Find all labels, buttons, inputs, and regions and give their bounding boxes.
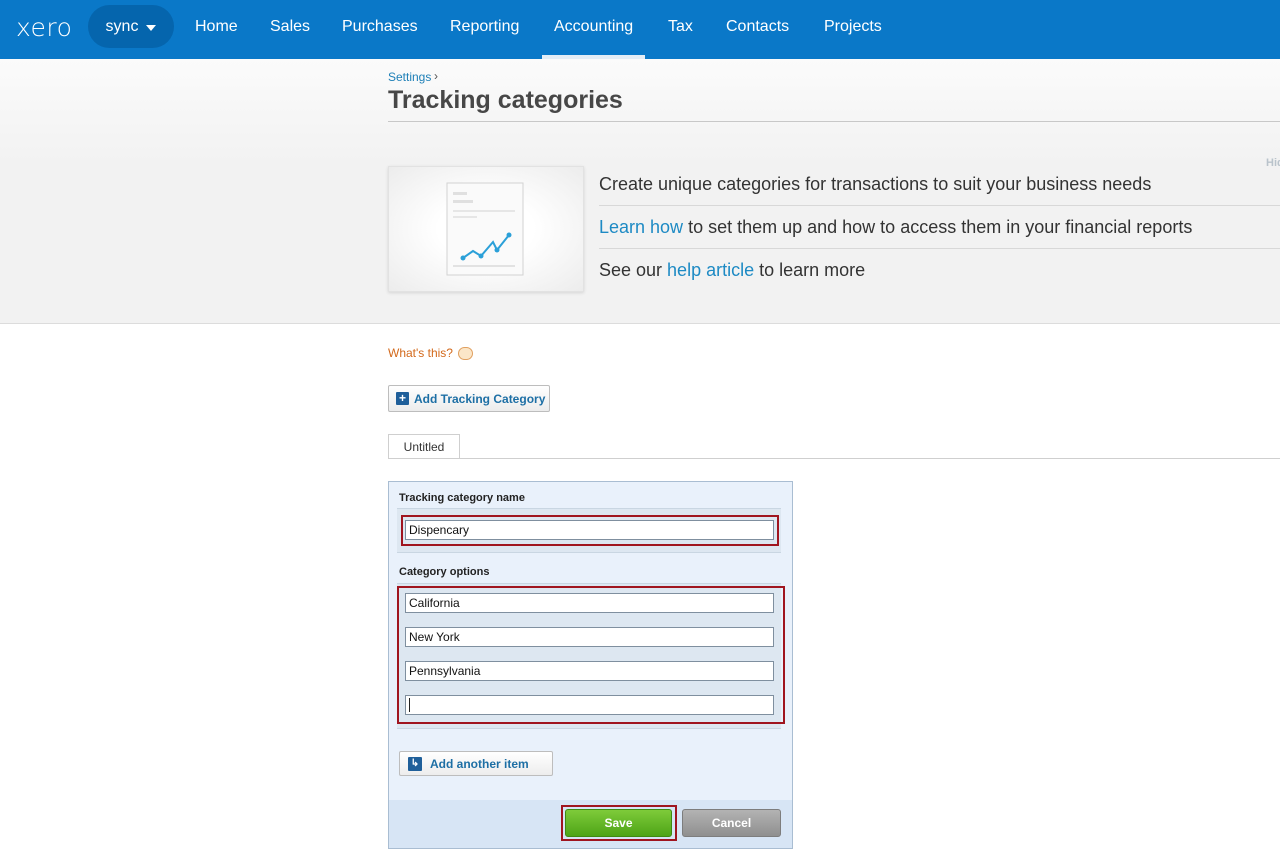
learn-how-link[interactable]: Learn how <box>599 217 683 237</box>
option-input-1[interactable] <box>405 593 774 613</box>
tab-untitled[interactable]: Untitled <box>388 434 460 459</box>
breadcrumb-separator: › <box>434 69 438 83</box>
breadcrumb-settings[interactable]: Settings <box>388 70 431 84</box>
add-another-item-label: Add another item <box>430 756 529 771</box>
category-name-input[interactable] <box>405 520 774 540</box>
speech-bubble-icon <box>457 346 473 360</box>
top-nav-bar: xero sync Home Sales Purchases Reporting… <box>0 0 1280 59</box>
page-title: Tracking categories <box>388 86 623 114</box>
save-button[interactable]: Save <box>565 809 672 837</box>
nav-contacts[interactable]: Contacts <box>726 0 789 59</box>
report-chart-icon <box>446 182 524 276</box>
nav-reporting[interactable]: Reporting <box>450 0 519 59</box>
text-cursor <box>409 698 410 712</box>
nav-tax[interactable]: Tax <box>668 0 693 59</box>
nav-home[interactable]: Home <box>195 0 238 59</box>
info-divider <box>599 248 1280 249</box>
info-line-2-text: to set them up and how to access them in… <box>683 217 1193 237</box>
info-line-3-pre: See our <box>599 260 668 280</box>
info-line-2: Learn how to set them up and how to acce… <box>599 217 1192 238</box>
info-divider <box>599 205 1280 206</box>
option-input-4[interactable] <box>405 695 774 715</box>
hide-link[interactable]: Hide <box>1266 157 1280 169</box>
option-input-3[interactable] <box>405 661 774 681</box>
category-name-label: Tracking category name <box>399 492 525 504</box>
org-name: sync <box>105 17 139 35</box>
info-line-3-post: to learn more <box>754 260 866 280</box>
nav-accounting[interactable]: Accounting <box>541 0 646 59</box>
add-tracking-category-label: Add Tracking Category <box>414 391 546 406</box>
nav-sales[interactable]: Sales <box>270 0 310 59</box>
whats-this-label: What's this? <box>388 346 453 360</box>
nav-projects[interactable]: Projects <box>824 0 882 59</box>
add-item-icon: ↳ <box>408 756 422 771</box>
title-divider <box>388 121 1280 122</box>
tab-divider <box>388 458 1280 459</box>
chevron-down-icon <box>146 24 157 31</box>
info-line-1: Create unique categories for transaction… <box>599 174 1152 194</box>
org-switcher[interactable]: sync <box>88 5 174 48</box>
tracking-illustration <box>388 166 584 292</box>
info-line-3: See our help article to learn more <box>599 260 865 281</box>
whats-this-link[interactable]: What's this? <box>388 346 473 360</box>
xero-logo[interactable]: xero <box>16 13 72 42</box>
plus-icon: + <box>396 392 409 405</box>
add-another-item-button[interactable]: ↳ Add another item <box>399 751 553 776</box>
option-input-2[interactable] <box>405 627 774 647</box>
cancel-button[interactable]: Cancel <box>682 809 781 837</box>
help-article-link[interactable]: help article <box>667 260 754 280</box>
category-options-label: Category options <box>399 566 490 578</box>
nav-purchases[interactable]: Purchases <box>342 0 418 59</box>
add-tracking-category-button[interactable]: + Add Tracking Category <box>388 385 550 412</box>
